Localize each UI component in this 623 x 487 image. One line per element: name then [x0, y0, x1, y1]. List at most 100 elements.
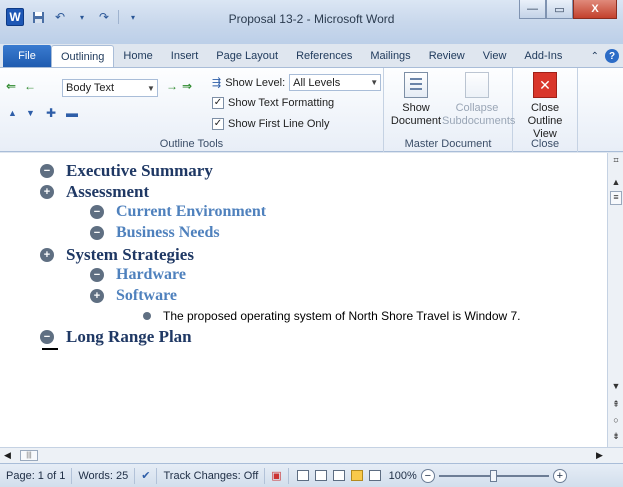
page-count[interactable]: Page: 1 of 1	[0, 467, 73, 484]
close-outline-view-label-1: Close	[530, 102, 560, 114]
body-text: The proposed operating system of North S…	[163, 309, 521, 323]
view-buttons	[296, 470, 381, 481]
show-first-line-only-label: Show First Line Only	[228, 118, 330, 130]
scroll-up-icon[interactable]: ▲	[610, 177, 622, 187]
help-icon[interactable]: ?	[605, 49, 619, 63]
collapse-icon[interactable]: ▬	[66, 106, 78, 120]
scroll-left-icon[interactable]: ◀	[4, 450, 11, 461]
ribbon-tab-extras: ⌃ ?	[591, 45, 623, 67]
outline-heading-assessment[interactable]: + Assessment	[40, 182, 149, 202]
previous-object-icon[interactable]: ⇞	[610, 399, 622, 410]
show-level-icon: ⇶	[212, 77, 222, 89]
full-screen-reading-icon[interactable]	[314, 470, 327, 481]
demote-to-body-text-icon[interactable]: ⇒	[182, 79, 192, 93]
tab-mailings[interactable]: Mailings	[361, 45, 419, 67]
promote-to-heading1-icon[interactable]: ⇐	[6, 79, 16, 93]
close-window-button[interactable]: X	[573, 0, 617, 19]
promote-icon[interactable]: ←	[24, 79, 36, 93]
body-text-bullet-icon	[143, 312, 151, 320]
scroll-down-icon[interactable]: ▼	[610, 381, 622, 391]
expand-symbol-icon[interactable]: +	[90, 289, 104, 303]
collapse-symbol-icon[interactable]: −	[40, 330, 54, 344]
collapse-subdocuments-label-2: Subdocuments	[442, 115, 516, 127]
horizontal-scrollbar[interactable]: ◀ ||| ▶	[0, 447, 623, 463]
outline-heading-business-needs[interactable]: − Business Needs	[90, 224, 220, 242]
outline-heading-executive-summary[interactable]: − Executive Summary	[40, 161, 213, 181]
expand-symbol-icon[interactable]: +	[40, 185, 54, 199]
tab-view[interactable]: View	[474, 45, 516, 67]
track-changes-status[interactable]: Track Changes: Off	[157, 467, 266, 484]
maximize-button[interactable]: ▭	[546, 0, 573, 19]
select-browse-object-icon[interactable]: ○	[610, 415, 622, 425]
collapse-symbol-icon[interactable]: −	[90, 226, 104, 240]
outline-tools-label: Outline Tools	[159, 138, 224, 150]
chevron-down-icon: ▼	[147, 83, 155, 93]
scroll-right-icon[interactable]: ▶	[596, 450, 603, 461]
checkmark-icon[interactable]: ✓	[212, 118, 224, 130]
horizontal-scroll-thumb[interactable]: |||	[20, 450, 38, 461]
tab-insert[interactable]: Insert	[162, 45, 208, 67]
vertical-scrollbar[interactable]: ⌗ ▲ ≡ ▼ ⇞ ○ ⇟	[607, 153, 623, 447]
macro-recording-icon[interactable]: ▣	[265, 467, 289, 484]
tab-references[interactable]: References	[287, 45, 361, 67]
print-layout-icon[interactable]	[296, 470, 309, 481]
tab-file[interactable]: File	[3, 45, 51, 67]
insertion-marker	[42, 348, 58, 350]
outline-heading-long-range-plan[interactable]: − Long Range Plan	[40, 327, 192, 347]
show-level-control: ⇶ Show Level: All Levels ▼	[212, 74, 382, 91]
outline-level-combo[interactable]: Body Text ▼	[62, 79, 158, 97]
show-document-label-2: Document	[390, 115, 442, 127]
close-outline-view-button[interactable]: ✕ Close Outline View	[515, 72, 575, 141]
tab-review[interactable]: Review	[420, 45, 474, 67]
zoom-slider-thumb[interactable]	[490, 469, 498, 482]
ruler-toggle-icon[interactable]: ⌗	[610, 155, 622, 166]
tab-outlining[interactable]: Outlining	[51, 45, 115, 67]
document-area[interactable]: − Executive Summary + Assessment − Curre…	[0, 153, 607, 447]
outline-view-icon[interactable]	[350, 470, 363, 481]
zoom-control: 100% − +	[389, 468, 567, 483]
show-level-combo[interactable]: All Levels ▼	[289, 74, 382, 91]
collapse-symbol-icon[interactable]: −	[90, 205, 104, 219]
zoom-slider[interactable]	[438, 469, 549, 482]
scroll-thumb[interactable]: ≡	[610, 191, 622, 205]
move-down-icon[interactable]: ▼	[26, 108, 35, 118]
show-document-button[interactable]: Show Document	[388, 72, 444, 128]
checkmark-icon[interactable]: ✓	[212, 97, 224, 109]
zoom-out-icon[interactable]: −	[420, 468, 435, 483]
zoom-in-icon[interactable]: +	[552, 468, 567, 483]
expand-symbol-icon[interactable]: +	[40, 248, 54, 262]
outline-heading-system-strategies[interactable]: + System Strategies	[40, 245, 194, 265]
web-layout-icon[interactable]	[332, 470, 345, 481]
show-first-line-only-checkbox[interactable]: ✓ Show First Line Only	[212, 118, 329, 130]
close-group-label: Close	[530, 138, 560, 150]
heading-text: Hardware	[116, 266, 186, 283]
show-text-formatting-checkbox[interactable]: ✓ Show Text Formatting	[212, 97, 334, 109]
expand-icon[interactable]: ✚	[46, 106, 56, 120]
collapse-symbol-icon[interactable]: −	[90, 268, 104, 282]
collapse-subdocuments-button[interactable]: Collapse Subdocuments	[442, 72, 516, 128]
draft-view-icon[interactable]	[368, 470, 381, 481]
tab-home[interactable]: Home	[114, 45, 161, 67]
outline-body-text[interactable]: The proposed operating system of North S…	[143, 309, 521, 323]
master-document-label: Master Document	[404, 138, 492, 150]
next-object-icon[interactable]: ⇟	[610, 431, 622, 442]
demote-icon[interactable]: →	[166, 79, 178, 93]
outline-level-value: Body Text	[66, 82, 115, 94]
show-level-label: Show Level:	[225, 76, 286, 89]
show-document-label-1: Show	[402, 102, 430, 114]
word-count[interactable]: Words: 25	[72, 467, 136, 484]
tab-add-ins[interactable]: Add-Ins	[515, 45, 571, 67]
collapse-symbol-icon[interactable]: −	[40, 164, 54, 178]
proofing-icon[interactable]: ✔	[135, 467, 158, 484]
heading-text: Business Needs	[116, 224, 220, 241]
tab-page-layout[interactable]: Page Layout	[207, 45, 287, 67]
minimize-button[interactable]: —	[519, 0, 546, 19]
chevron-down-icon: ▼	[370, 78, 379, 87]
zoom-level[interactable]: 100%	[389, 470, 417, 482]
title-bar: W ↶ ▾ ↷ ▾ Proposal 13-2 - Microsoft Word…	[0, 0, 623, 44]
minimize-ribbon-icon[interactable]: ⌃	[591, 51, 599, 62]
outline-heading-software[interactable]: + Software	[90, 287, 177, 305]
outline-heading-current-environment[interactable]: − Current Environment	[90, 203, 266, 221]
move-up-icon[interactable]: ▲	[8, 108, 17, 118]
outline-heading-hardware[interactable]: − Hardware	[90, 266, 186, 284]
